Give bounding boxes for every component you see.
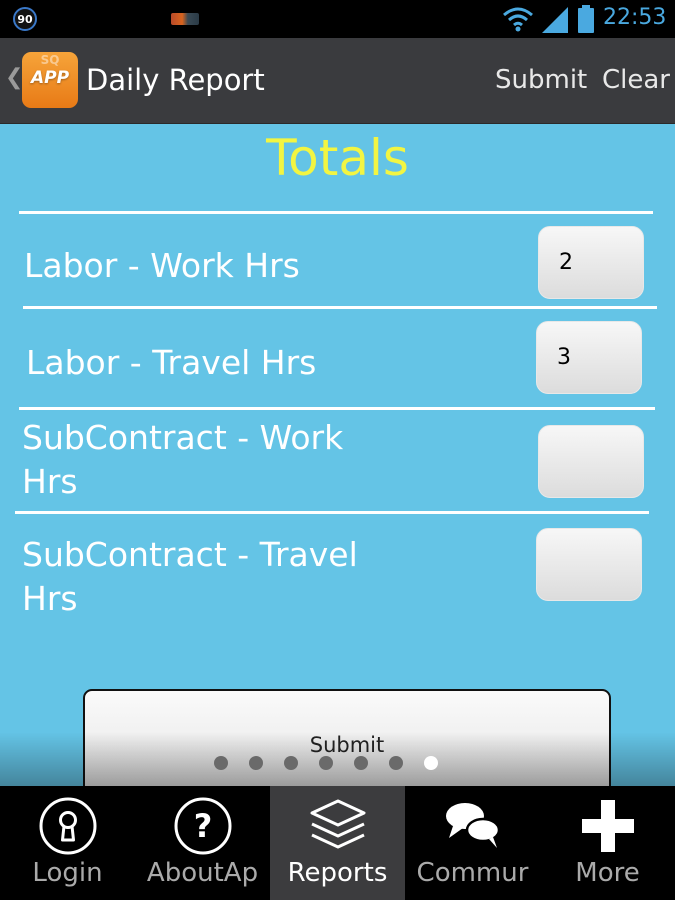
- svg-text:?: ?: [194, 807, 213, 845]
- page-dot[interactable]: [354, 756, 368, 770]
- page-dot[interactable]: [214, 756, 228, 770]
- battery-icon: [578, 5, 594, 33]
- tab-label: Reports: [287, 858, 388, 888]
- labor-work-hrs-field[interactable]: 2: [538, 226, 644, 299]
- chat-bubbles-icon: [446, 803, 501, 848]
- report-form: Totals Labor - Work Hrs 2 Labor - Travel…: [0, 124, 675, 786]
- back-chevron-icon[interactable]: ❮: [5, 65, 23, 90]
- question-icon: ?: [174, 797, 232, 855]
- labor-work-hrs-label: Labor - Work Hrs: [24, 246, 300, 285]
- subcontract-travel-hrs-label: SubContract - Travel Hrs: [22, 533, 358, 621]
- page-dot-active[interactable]: [424, 756, 438, 770]
- subcontract-work-hrs-label-line1: SubContract - Work: [22, 418, 344, 457]
- tab-reports[interactable]: Reports: [270, 786, 405, 900]
- tab-bar: Login ? AboutAp Reports Commur More: [0, 786, 675, 900]
- status-bar: 90 22:53: [0, 0, 675, 38]
- labor-travel-hrs-field[interactable]: 3: [536, 321, 642, 394]
- tab-more[interactable]: More: [540, 786, 675, 900]
- subcontract-work-hrs-label: SubContract - Work Hrs: [22, 416, 343, 504]
- page-dot[interactable]: [389, 756, 403, 770]
- battery-indicator-icon: [171, 13, 199, 25]
- divider: [15, 511, 649, 514]
- tab-label: Login: [32, 858, 103, 888]
- tab-community[interactable]: Commur: [405, 786, 540, 900]
- tab-label: AboutAp: [146, 858, 259, 888]
- plus-icon: [582, 800, 634, 852]
- page-title: Daily Report: [86, 63, 265, 97]
- layers-icon: [310, 799, 366, 849]
- status-time: 22:53: [603, 5, 667, 30]
- app-icon[interactable]: SQ APP: [22, 52, 78, 108]
- tab-label: More: [575, 858, 640, 888]
- tab-label: Commur: [416, 858, 529, 888]
- tab-about[interactable]: ? AboutAp: [135, 786, 270, 900]
- notification-badge: 90: [13, 7, 37, 31]
- submit-action-button[interactable]: Submit: [495, 65, 587, 95]
- action-bar: ❮ SQ APP Daily Report Submit Clear: [0, 38, 675, 124]
- subcontract-work-hrs-field[interactable]: [538, 425, 644, 498]
- divider: [23, 306, 657, 309]
- totals-heading: Totals: [266, 129, 409, 187]
- subcontract-travel-hrs-label-line2: Hrs: [22, 579, 78, 618]
- app-icon-bg-text: SQ: [40, 53, 60, 67]
- keyhole-icon: [39, 797, 97, 855]
- subcontract-travel-hrs-label-line1: SubContract - Travel: [22, 535, 358, 574]
- divider: [19, 407, 655, 410]
- submit-button[interactable]: Submit: [83, 689, 611, 786]
- page-dot[interactable]: [284, 756, 298, 770]
- page-dot[interactable]: [249, 756, 263, 770]
- submit-button-label: Submit: [309, 733, 385, 757]
- page-indicator: [214, 756, 459, 770]
- subcontract-work-hrs-label-line2: Hrs: [22, 462, 78, 501]
- divider: [19, 211, 653, 214]
- clear-action-button[interactable]: Clear: [602, 65, 670, 95]
- subcontract-travel-hrs-field[interactable]: [536, 528, 642, 601]
- app-icon-text: APP: [30, 68, 70, 88]
- page-dot[interactable]: [319, 756, 333, 770]
- signal-icon: [542, 7, 568, 33]
- labor-travel-hrs-label: Labor - Travel Hrs: [26, 343, 317, 382]
- wifi-icon: [503, 7, 533, 32]
- tab-login[interactable]: Login: [0, 786, 135, 900]
